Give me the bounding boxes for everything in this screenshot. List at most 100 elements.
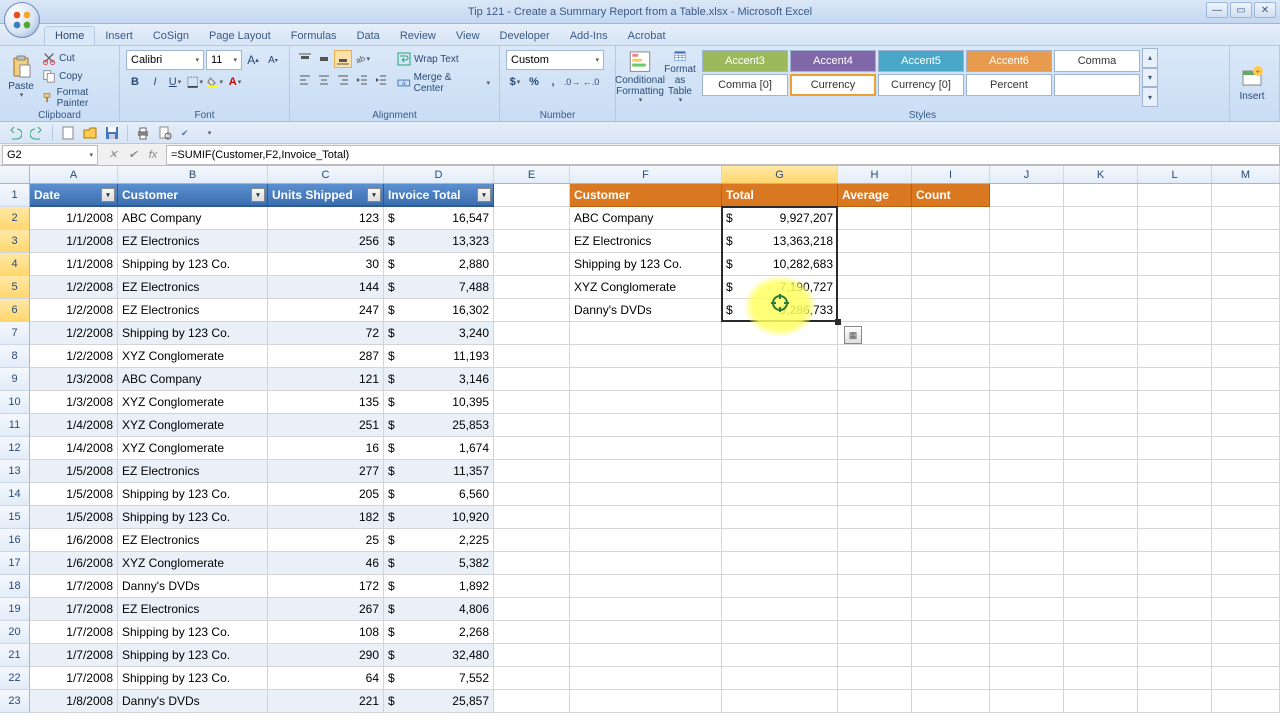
ribbon-tab-home[interactable]: Home bbox=[44, 26, 95, 45]
column-header-D[interactable]: D bbox=[384, 166, 494, 183]
cell-date[interactable]: 1/1/2008 bbox=[30, 230, 118, 253]
cell-units[interactable]: 290 bbox=[268, 644, 384, 667]
cell-invoice[interactable]: $16,547 bbox=[384, 207, 494, 230]
worksheet-grid[interactable]: ABCDEFGHIJKLM 12345678910111213141516171… bbox=[0, 166, 1280, 713]
cell-style-accent6[interactable]: Accent6 bbox=[966, 50, 1052, 72]
ribbon-tab-acrobat[interactable]: Acrobat bbox=[618, 27, 676, 45]
row-header-23[interactable]: 23 bbox=[0, 690, 30, 713]
close-button[interactable]: ✕ bbox=[1254, 2, 1276, 18]
orientation-button[interactable]: ab▾ bbox=[353, 50, 371, 68]
cell-units[interactable]: 64 bbox=[268, 667, 384, 690]
cell-invoice[interactable]: $32,480 bbox=[384, 644, 494, 667]
cell-units[interactable]: 144 bbox=[268, 276, 384, 299]
summary-customer[interactable]: XYZ Conglomerate bbox=[570, 276, 722, 299]
qat-spelling-button[interactable]: ✔ bbox=[178, 124, 196, 142]
summary-total[interactable]: $9,927,207 bbox=[722, 207, 838, 230]
ribbon-tab-developer[interactable]: Developer bbox=[490, 27, 560, 45]
column-header-I[interactable]: I bbox=[912, 166, 990, 183]
cell-invoice[interactable]: $10,395 bbox=[384, 391, 494, 414]
align-right-button[interactable] bbox=[334, 71, 352, 89]
qat-save-button[interactable] bbox=[103, 124, 121, 142]
paste-button[interactable]: Paste▾ bbox=[4, 48, 38, 107]
font-color-button[interactable]: A▾ bbox=[226, 73, 244, 91]
cell-invoice[interactable]: $25,853 bbox=[384, 414, 494, 437]
cell-units[interactable]: 108 bbox=[268, 621, 384, 644]
merge-center-button[interactable]: aMerge & Center▾ bbox=[394, 70, 493, 96]
cell-units[interactable]: 72 bbox=[268, 322, 384, 345]
cell-date[interactable]: 1/7/2008 bbox=[30, 621, 118, 644]
column-header-H[interactable]: H bbox=[838, 166, 912, 183]
table-header-customer[interactable]: Customer▾ bbox=[118, 184, 268, 207]
cell-customer[interactable]: Shipping by 123 Co. bbox=[118, 506, 268, 529]
cell-date[interactable]: 1/4/2008 bbox=[30, 414, 118, 437]
office-button[interactable] bbox=[4, 2, 40, 38]
cell-date[interactable]: 1/2/2008 bbox=[30, 276, 118, 299]
cell-customer[interactable]: EZ Electronics bbox=[118, 529, 268, 552]
cell-units[interactable]: 256 bbox=[268, 230, 384, 253]
summary-customer[interactable]: Shipping by 123 Co. bbox=[570, 253, 722, 276]
cell-customer[interactable]: XYZ Conglomerate bbox=[118, 391, 268, 414]
cell-invoice[interactable]: $2,268 bbox=[384, 621, 494, 644]
row-header-1[interactable]: 1 bbox=[0, 184, 30, 207]
gallery-scroll-down-button[interactable]: ▾ bbox=[1142, 68, 1158, 88]
align-top-button[interactable] bbox=[296, 50, 314, 68]
row-header-10[interactable]: 10 bbox=[0, 391, 30, 414]
cell-invoice[interactable]: $11,357 bbox=[384, 460, 494, 483]
cell-invoice[interactable]: $7,488 bbox=[384, 276, 494, 299]
bold-button[interactable]: B bbox=[126, 73, 144, 91]
column-header-B[interactable]: B bbox=[118, 166, 268, 183]
row-header-9[interactable]: 9 bbox=[0, 368, 30, 391]
cell-invoice[interactable]: $1,892 bbox=[384, 575, 494, 598]
ribbon-tab-review[interactable]: Review bbox=[390, 27, 446, 45]
cell-customer[interactable]: XYZ Conglomerate bbox=[118, 437, 268, 460]
qat-preview-button[interactable] bbox=[156, 124, 174, 142]
comma-format-button[interactable]: , bbox=[544, 73, 562, 91]
cell-units[interactable]: 172 bbox=[268, 575, 384, 598]
wrap-text-button[interactable]: Wrap Text bbox=[394, 50, 493, 68]
cell-customer[interactable]: Shipping by 123 Co. bbox=[118, 483, 268, 506]
qat-open-button[interactable] bbox=[81, 124, 99, 142]
cell-customer[interactable]: ABC Company bbox=[118, 207, 268, 230]
cell-style-accent3[interactable]: Accent3 bbox=[702, 50, 788, 72]
column-header-K[interactable]: K bbox=[1064, 166, 1138, 183]
cell-date[interactable]: 1/7/2008 bbox=[30, 598, 118, 621]
cell-customer[interactable]: EZ Electronics bbox=[118, 460, 268, 483]
summary-header-count[interactable]: Count bbox=[912, 184, 990, 207]
gallery-scroll-up-button[interactable]: ▴ bbox=[1142, 48, 1158, 68]
column-header-J[interactable]: J bbox=[990, 166, 1064, 183]
summary-total[interactable]: $9,286,733 bbox=[722, 299, 838, 322]
name-box[interactable]: G2▾ bbox=[2, 145, 98, 165]
increase-decimal-button[interactable]: .0→ bbox=[563, 73, 581, 91]
font-name-select[interactable]: Calibri▾ bbox=[126, 50, 204, 70]
row-header-8[interactable]: 8 bbox=[0, 345, 30, 368]
cell-invoice[interactable]: $6,560 bbox=[384, 483, 494, 506]
cell-customer[interactable]: XYZ Conglomerate bbox=[118, 345, 268, 368]
row-header-22[interactable]: 22 bbox=[0, 667, 30, 690]
cell-units[interactable]: 247 bbox=[268, 299, 384, 322]
column-header-G[interactable]: G bbox=[722, 166, 838, 183]
cell-date[interactable]: 1/3/2008 bbox=[30, 391, 118, 414]
summary-header-average[interactable]: Average bbox=[838, 184, 912, 207]
align-bottom-button[interactable] bbox=[334, 50, 352, 68]
ribbon-tab-insert[interactable]: Insert bbox=[95, 27, 143, 45]
table-header-units-shipped[interactable]: Units Shipped▾ bbox=[268, 184, 384, 207]
format-painter-button[interactable]: Format Painter bbox=[40, 86, 113, 110]
column-header-L[interactable]: L bbox=[1138, 166, 1212, 183]
grow-font-button[interactable]: A▴ bbox=[244, 51, 262, 69]
ribbon-tab-data[interactable]: Data bbox=[347, 27, 390, 45]
cell-date[interactable]: 1/2/2008 bbox=[30, 299, 118, 322]
shrink-font-button[interactable]: A▾ bbox=[264, 51, 282, 69]
formula-input[interactable]: =SUMIF(Customer,F2,Invoice_Total) bbox=[166, 145, 1280, 165]
align-middle-button[interactable] bbox=[315, 50, 333, 68]
cell-customer[interactable]: Danny's DVDs bbox=[118, 690, 268, 713]
cell-invoice[interactable]: $2,225 bbox=[384, 529, 494, 552]
cell-units[interactable]: 30 bbox=[268, 253, 384, 276]
accounting-format-button[interactable]: $▾ bbox=[506, 73, 524, 91]
row-header-17[interactable]: 17 bbox=[0, 552, 30, 575]
cell-date[interactable]: 1/7/2008 bbox=[30, 667, 118, 690]
cell-units[interactable]: 25 bbox=[268, 529, 384, 552]
cell-style-blank[interactable] bbox=[1054, 74, 1140, 96]
filter-icon[interactable]: ▾ bbox=[477, 188, 491, 202]
cell-customer[interactable]: Shipping by 123 Co. bbox=[118, 667, 268, 690]
cell-invoice[interactable]: $2,880 bbox=[384, 253, 494, 276]
